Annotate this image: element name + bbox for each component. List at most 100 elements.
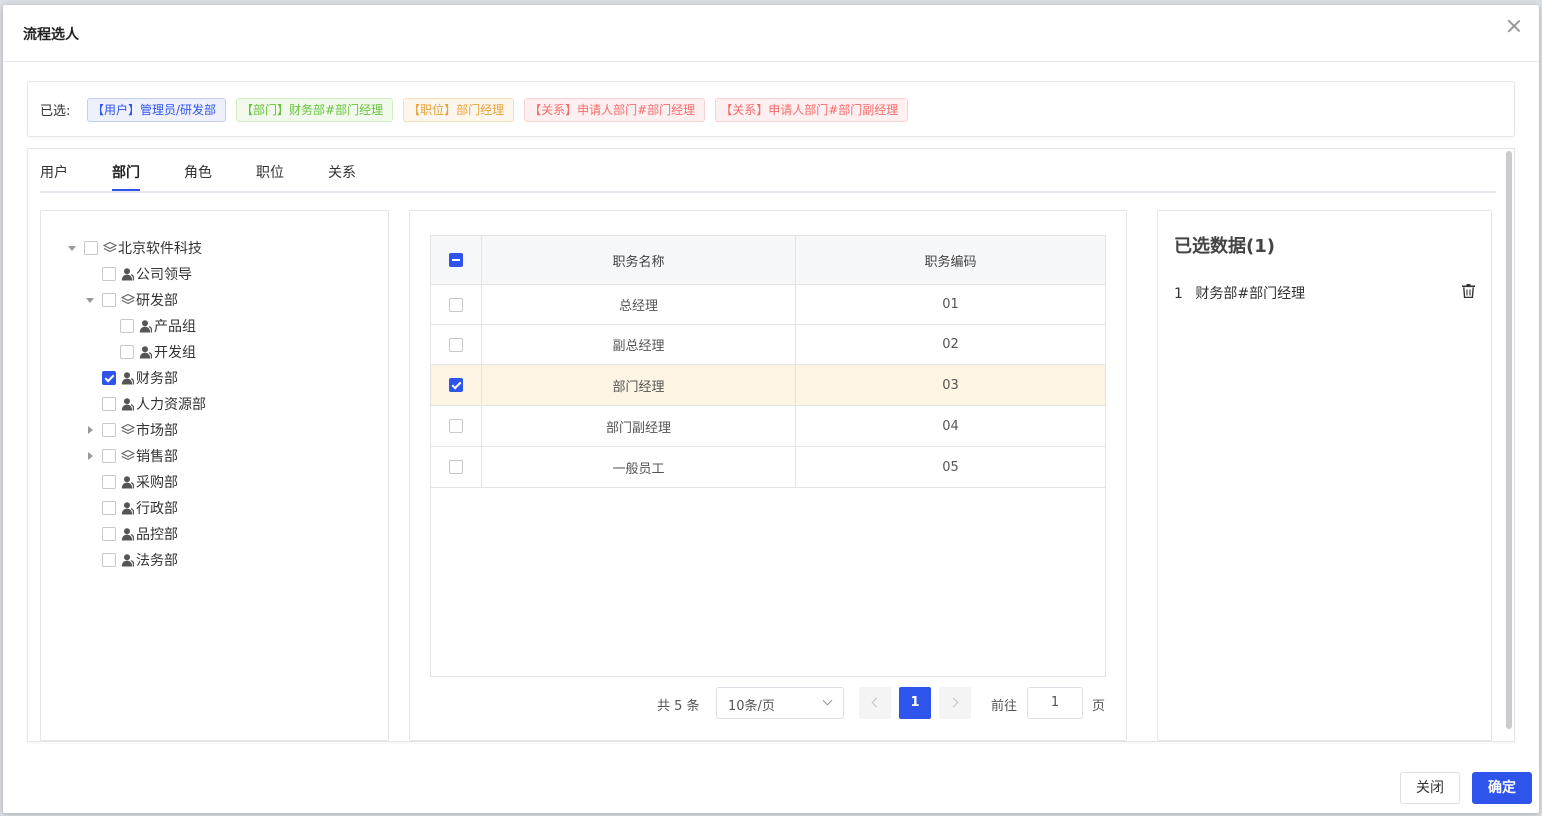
confirm-button[interactable]: 确定 (1472, 772, 1532, 804)
position-table-panel: 职务名称 职务编码 总经理 01 副总经理 02 部门经理 03 部门副经理 04 一般员工 05… (409, 210, 1127, 741)
tree-node[interactable]: 法务部 (84, 547, 178, 573)
close-button[interactable]: 关闭 (1400, 772, 1460, 804)
tree-node-checkbox[interactable] (102, 293, 116, 307)
tab-position[interactable]: 职位 (256, 162, 284, 182)
tree-node[interactable]: 研发部 (84, 287, 178, 313)
tree-node-label: 人力资源部 (136, 397, 206, 413)
tree-node-label: 北京软件科技 (118, 241, 202, 257)
process-select-dialog: 流程选人 已选: 【用户】管理员/研发部 【部门】财务部#部门经理 【职位】部门… (3, 5, 1539, 813)
tree-node-label: 研发部 (136, 293, 178, 309)
tree-node[interactable]: 北京软件科技 (66, 235, 202, 261)
tree-node[interactable]: 品控部 (84, 521, 178, 547)
tree-node-checkbox[interactable] (120, 345, 134, 359)
pagination: 共 5 条 10条/页 1 前往 1 页 (410, 687, 1126, 719)
row-select-cell[interactable] (430, 364, 482, 406)
selected-tag[interactable]: 【部门】财务部#部门经理 (236, 98, 394, 122)
tree-node-label: 公司领导 (136, 267, 192, 283)
tree-node-checkbox[interactable] (102, 449, 116, 463)
tree-node-label: 采购部 (136, 475, 178, 491)
selected-tag[interactable]: 【职位】部门经理 (403, 98, 515, 122)
row-checkbox[interactable] (449, 297, 463, 312)
next-page-button[interactable] (939, 687, 971, 719)
tab-user[interactable]: 用户 (40, 162, 68, 182)
tree-node-checkbox[interactable] (102, 371, 116, 385)
tree-node-checkbox[interactable] (102, 501, 116, 515)
dialog-header: 流程选人 (3, 5, 1539, 62)
tree-node-checkbox[interactable] (102, 397, 116, 411)
tree-node-checkbox[interactable] (102, 475, 116, 489)
vertical-scrollbar[interactable] (1506, 151, 1512, 729)
tree-node[interactable]: 市场部 (84, 417, 178, 443)
tab-relation[interactable]: 关系 (328, 162, 356, 182)
tree-node-label: 产品组 (154, 319, 196, 335)
user-icon (121, 397, 136, 411)
row-checkbox[interactable] (449, 378, 463, 392)
page-size-select[interactable]: 10条/页 (716, 687, 844, 719)
goto-page-input[interactable]: 1 (1027, 687, 1083, 719)
row-select-cell[interactable] (430, 405, 482, 447)
tree-node-label: 法务部 (136, 553, 178, 569)
user-icon (121, 553, 136, 567)
caret-down-icon[interactable] (66, 242, 78, 254)
tree-node[interactable]: 销售部 (84, 443, 178, 469)
row-checkbox[interactable] (449, 337, 463, 352)
tree-node-label: 品控部 (136, 527, 178, 543)
selected-tag[interactable]: 【用户】管理员/研发部 (87, 98, 227, 122)
trash-icon[interactable] (1462, 284, 1475, 298)
tree-node[interactable]: 公司领导 (84, 261, 192, 287)
chevron-right-icon (948, 697, 959, 708)
tree-node-checkbox[interactable] (102, 423, 116, 437)
select-all-cell[interactable] (430, 235, 482, 285)
selected-tag[interactable]: 【关系】申请人部门#部门副经理 (715, 98, 909, 122)
tree-node[interactable]: 产品组 (102, 313, 196, 339)
caret-right-icon[interactable] (84, 424, 96, 436)
cell-position-name: 部门副经理 (481, 405, 796, 447)
user-icon (121, 371, 136, 385)
close-icon[interactable] (1507, 19, 1521, 33)
row-select-cell[interactable] (430, 324, 482, 365)
table-row[interactable]: 部门副经理 04 (430, 405, 1106, 447)
pagination-total: 共 5 条 (657, 699, 700, 714)
layers-icon (121, 423, 136, 437)
table-empty-area (430, 471, 1106, 677)
tree-node-checkbox[interactable] (84, 241, 98, 255)
tab-role[interactable]: 角色 (184, 162, 212, 182)
caret-right-icon[interactable] (84, 450, 96, 462)
column-header-code: 职务编码 (795, 235, 1106, 285)
tree-node-checkbox[interactable] (102, 267, 116, 281)
tree-node[interactable]: 人力资源部 (84, 391, 206, 417)
cell-position-name: 部门经理 (481, 364, 796, 406)
selected-tags: 【用户】管理员/研发部 【部门】财务部#部门经理 【职位】部门经理 【关系】申请… (87, 98, 909, 122)
tree-node[interactable]: 行政部 (84, 495, 178, 521)
tree-node-checkbox[interactable] (102, 553, 116, 567)
selected-tag[interactable]: 【关系】申请人部门#部门经理 (524, 98, 706, 122)
user-icon (121, 475, 136, 489)
tab-bar: 用户 部门 角色 职位 关系 (40, 149, 1496, 193)
row-checkbox[interactable] (449, 419, 463, 433)
user-icon (121, 267, 136, 281)
tree-node[interactable]: 开发组 (102, 339, 196, 365)
table-row[interactable]: 总经理 01 (430, 284, 1106, 325)
table-row[interactable]: 部门经理 03 (430, 364, 1106, 406)
page-size-value: 10条/页 (728, 699, 775, 714)
page-number-current[interactable]: 1 (899, 687, 931, 719)
table-row[interactable]: 副总经理 02 (430, 324, 1106, 365)
caret-down-icon[interactable] (84, 294, 96, 306)
tree-node-checkbox[interactable] (120, 319, 134, 333)
select-all-checkbox[interactable] (449, 253, 463, 267)
tree-node[interactable]: 财务部 (84, 365, 178, 391)
tree-node-label: 开发组 (154, 345, 196, 361)
tree-node[interactable]: 采购部 (84, 469, 178, 495)
tab-department[interactable]: 部门 (112, 162, 140, 182)
row-select-cell[interactable] (430, 284, 482, 325)
table-header-row: 职务名称 职务编码 (430, 235, 1106, 285)
user-icon (121, 501, 136, 515)
selected-data-item: 1 财务部#部门经理 (1174, 283, 1474, 303)
goto-unit-label: 页 (1092, 699, 1106, 714)
tree-node-checkbox[interactable] (102, 527, 116, 541)
prev-page-button[interactable] (859, 687, 891, 719)
cell-position-code: 03 (795, 364, 1106, 406)
